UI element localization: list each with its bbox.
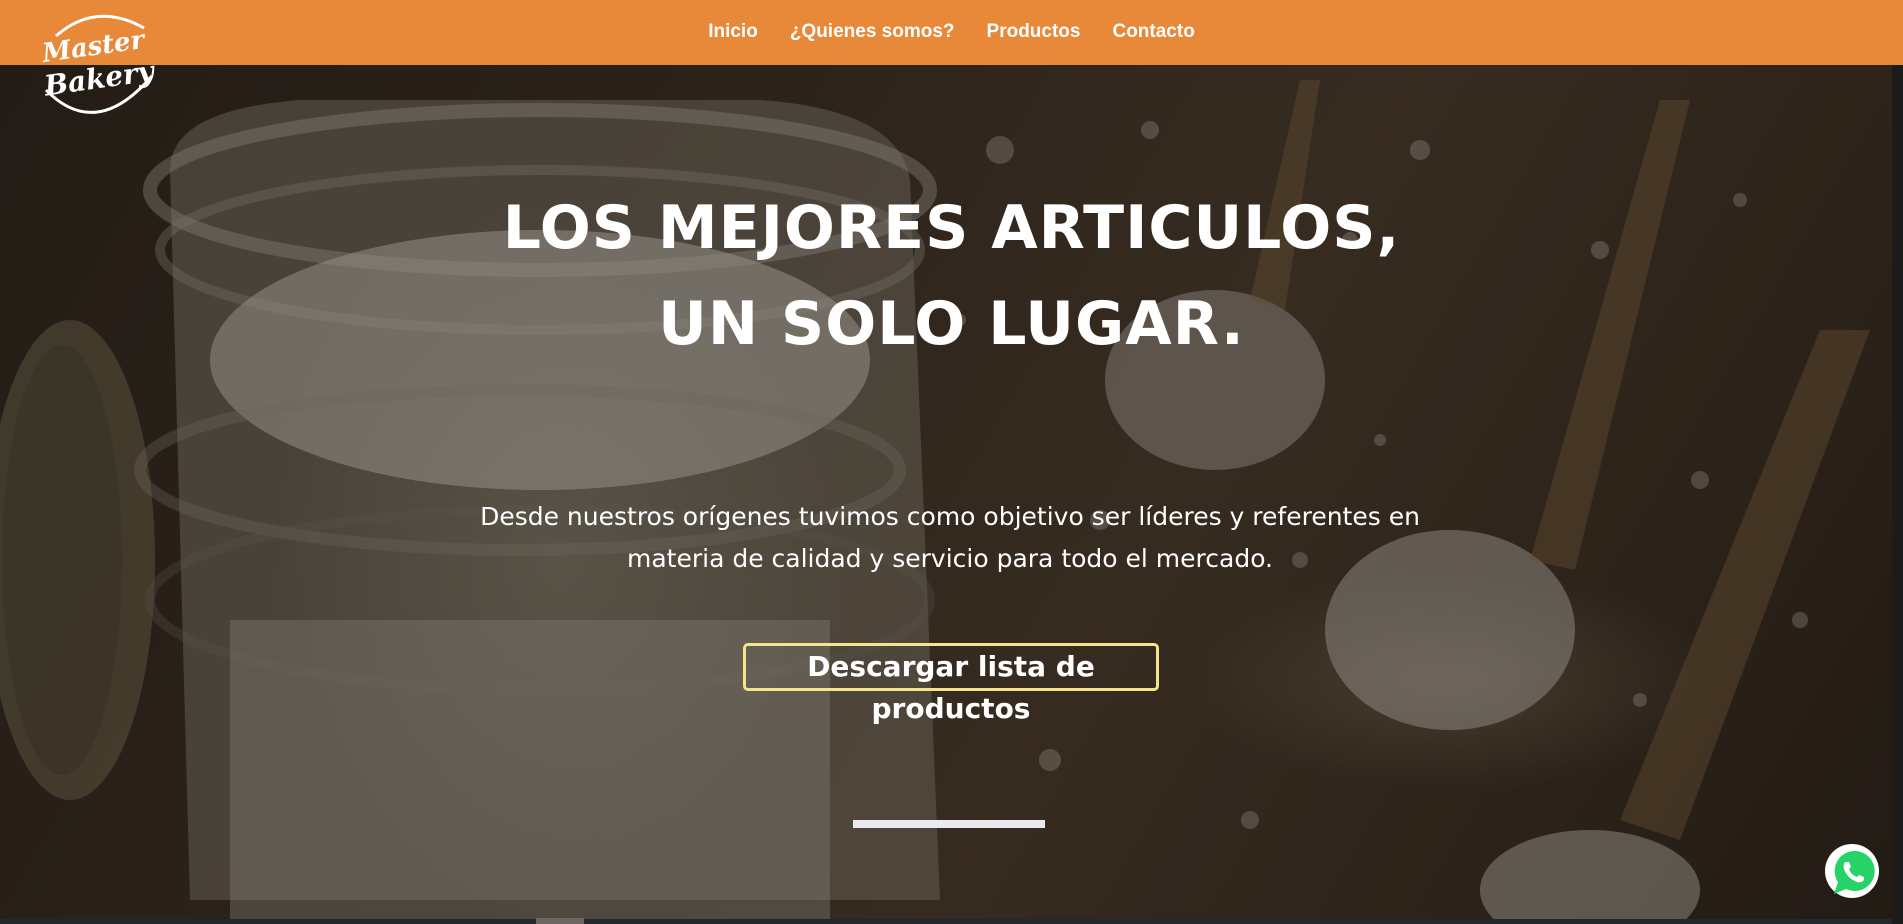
- hero-title: LOS MEJORES ARTICULOS, UN SOLO LUGAR.: [0, 180, 1903, 372]
- nav-link-quienes-somos[interactable]: ¿Quienes somos?: [790, 21, 955, 45]
- nav-menu: Inicio ¿Quienes somos? Productos Contact…: [708, 21, 1195, 45]
- download-products-button[interactable]: Descargar lista de productos: [743, 643, 1159, 725]
- hero-title-line-2: UN SOLO LUGAR.: [658, 289, 1245, 359]
- bottom-edge: [0, 919, 1903, 924]
- hero-divider: [853, 820, 1045, 828]
- hero-title-line-1: LOS MEJORES ARTICULOS,: [502, 193, 1401, 263]
- nav-link-productos[interactable]: Productos: [987, 21, 1081, 45]
- nav-link-inicio[interactable]: Inicio: [708, 21, 758, 45]
- vertical-scrollbar[interactable]: [1892, 0, 1903, 924]
- whatsapp-icon[interactable]: [1822, 842, 1882, 902]
- site-header: Inicio ¿Quienes somos? Productos Contact…: [0, 0, 1903, 65]
- main-nav: Inicio ¿Quienes somos? Productos Contact…: [0, 0, 1903, 65]
- page: Inicio ¿Quienes somos? Productos Contact…: [0, 0, 1903, 924]
- brand-logo[interactable]: Master Bakery: [36, 6, 160, 124]
- nav-link-contacto[interactable]: Contacto: [1112, 21, 1194, 45]
- whatsapp-glyph: [1825, 844, 1879, 898]
- hero-description: Desde nuestros orígenes tuvimos como obj…: [480, 502, 1420, 573]
- horizontal-scroll-thumb[interactable]: [536, 918, 584, 924]
- hero-dark-overlay: [0, 0, 1903, 924]
